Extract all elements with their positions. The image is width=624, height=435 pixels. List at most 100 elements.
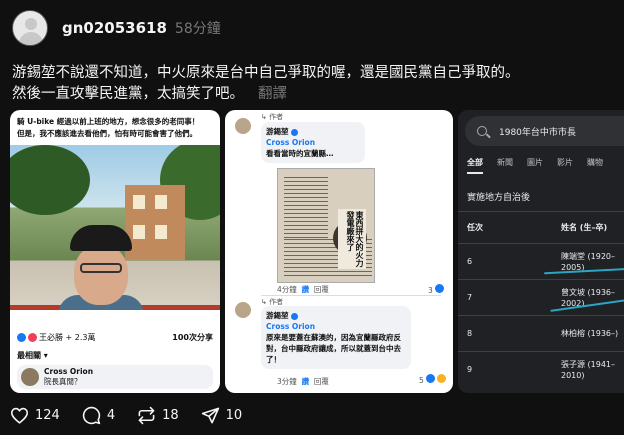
repost-icon bbox=[138, 406, 155, 425]
name-line-2: 2010) bbox=[561, 370, 585, 380]
comment-mention: Cross Orion bbox=[266, 322, 316, 331]
comment-text: 院長真閒？ bbox=[44, 377, 82, 386]
newspaper-clipping: 東西拼大的火力發電廠來了 bbox=[277, 168, 375, 283]
comment-author: 游錫堃 bbox=[266, 311, 289, 320]
commenter-name: Cross Orion bbox=[44, 367, 94, 376]
comment-like-count-value: 3 bbox=[428, 286, 433, 295]
like-reaction-icon bbox=[435, 284, 445, 293]
reply-link[interactable]: 回覆 bbox=[314, 377, 329, 386]
tab-all: 全部 bbox=[467, 157, 483, 174]
window-shape bbox=[155, 195, 167, 209]
fb-comment-body: Cross Orion 院長真閒？ bbox=[44, 367, 93, 387]
person-cap-shape bbox=[70, 225, 132, 251]
term-cell: 7 bbox=[467, 293, 473, 302]
comment-time: 4分鐘 bbox=[277, 285, 297, 294]
post-text-line-2-content: 然後一直攻擊民進黨，太搞笑了吧。 bbox=[12, 86, 244, 102]
media-carousel[interactable]: 騎 U-bike 經過以前上班的地方，想念很多的老同事！ 但是，我不應該進去看他… bbox=[10, 110, 624, 393]
comment-divider bbox=[261, 295, 441, 296]
comment-like-count-value: 5 bbox=[419, 376, 424, 385]
author-avatar bbox=[235, 118, 251, 134]
comment-count: 4 bbox=[106, 408, 116, 423]
comment-like-count: 3 bbox=[428, 284, 446, 295]
translate-button[interactable]: 翻譯 bbox=[258, 86, 287, 102]
term-cell: 9 bbox=[467, 365, 473, 374]
name-cell: 林柏榕 (1936–) bbox=[561, 329, 619, 338]
name-line-1: 張子源 (1941– bbox=[561, 359, 616, 369]
like-reaction-icon bbox=[17, 333, 26, 342]
fb-comment: Cross Orion 院長真閒？ bbox=[17, 365, 213, 389]
comment-time: 3分鐘 bbox=[277, 377, 297, 386]
table-row: 6 陳端堂 (1920– 2005) bbox=[458, 243, 624, 279]
tab-shopping: 購物 bbox=[587, 158, 603, 167]
building-shape bbox=[125, 185, 185, 260]
tab-news: 新聞 bbox=[497, 158, 513, 167]
table-row: 7 曾文坡 (1936– 2002) bbox=[458, 279, 624, 315]
share-button[interactable]: 10 bbox=[201, 406, 243, 425]
like-button[interactable]: 124 bbox=[10, 407, 60, 424]
comment-icon bbox=[82, 406, 101, 425]
commenter-avatar bbox=[21, 368, 39, 386]
avatar[interactable] bbox=[12, 10, 48, 46]
media-image-3[interactable]: 1980年台中市市長 全部 新聞 圖片 影片 購物 實施地方自治後 任次 姓名 … bbox=[458, 110, 624, 393]
term-cell: 6 bbox=[467, 257, 473, 266]
fb-reactions-bar: 王必勝 + 2.3萬 100次分享 bbox=[17, 332, 213, 343]
comment-mention: Cross Orion bbox=[266, 138, 316, 147]
comment-button[interactable]: 4 bbox=[82, 406, 115, 425]
person-glasses-shape bbox=[80, 263, 122, 273]
result-heading: 實施地方自治後 bbox=[467, 193, 531, 203]
fb-comment-sort: 最相關 ▾ bbox=[17, 351, 48, 360]
search-query: 1980年台中市市長 bbox=[499, 127, 576, 138]
verified-icon bbox=[290, 128, 298, 136]
window-shape bbox=[133, 195, 145, 209]
comment-like-count: 5 bbox=[419, 374, 448, 385]
comment-bubble-1: 游錫堃 Cross Orion 看看當時的宜蘭縣… bbox=[261, 122, 365, 163]
name-line-1: 陳端堂 (1920– bbox=[561, 251, 616, 261]
author-avatar bbox=[235, 302, 251, 318]
comment-text: 看看當時的宜蘭縣… bbox=[266, 149, 334, 158]
comment-meta-2: 3分鐘 讚 回覆 bbox=[277, 376, 329, 387]
comment-bubble-2: 游錫堃 Cross Orion 原來是要蓋在蘇澳的，因為宜蘭縣政府反對，台中縣政… bbox=[261, 306, 411, 369]
heart-icon bbox=[11, 407, 28, 424]
comment-author-row: 游錫堃 bbox=[266, 310, 406, 321]
like-link[interactable]: 讚 bbox=[302, 377, 310, 386]
column-header-term: 任次 bbox=[467, 223, 483, 232]
fb-reaction-count: 王必勝 + 2.3萬 bbox=[39, 333, 96, 342]
term-cell: 8 bbox=[467, 329, 473, 338]
person-face-shape bbox=[74, 245, 128, 305]
love-reaction-icon bbox=[28, 333, 37, 342]
post-header: gn02053618 58分鐘 bbox=[12, 10, 221, 46]
media-image-2[interactable]: ↳ 作者 游錫堃 Cross Orion 看看當時的宜蘭縣… 東西拼大的火力發電… bbox=[225, 110, 453, 393]
window-shape bbox=[133, 225, 145, 239]
fb-share-count: 100次分享 bbox=[172, 333, 213, 342]
haha-reaction-icon bbox=[437, 374, 447, 383]
comment-author: 游錫堃 bbox=[266, 127, 289, 136]
repost-button[interactable]: 18 bbox=[137, 406, 179, 425]
post-text-line-1: 游錫堃不說還不知道，中火原來是台中自己爭取的喔，還是國民黨自己爭取的。 bbox=[12, 65, 520, 81]
newspaper-headline: 東西拼大的火力發電廠來了 bbox=[338, 209, 366, 269]
share-count: 10 bbox=[225, 408, 243, 423]
username[interactable]: gn02053618 bbox=[62, 19, 167, 37]
like-link[interactable]: 讚 bbox=[302, 285, 310, 294]
comment-text: 原來是要蓋在蘇澳的，因為宜蘭縣政府反對，台中縣政府讓成，所以就蓋到台中去了！ bbox=[266, 333, 401, 364]
fb-caption-line-1: 騎 U-bike 經過以前上班的地方，想念很多的老同事！ bbox=[17, 117, 200, 126]
repost-count: 18 bbox=[162, 408, 179, 423]
like-count: 124 bbox=[35, 408, 60, 423]
verified-icon bbox=[290, 312, 298, 320]
action-bar: 124 4 18 10 bbox=[10, 406, 264, 425]
mayor-table: 任次 姓名 (生–卒) 6 陳端堂 (1920– 2005) 7 曾文坡 (193… bbox=[458, 211, 624, 387]
tab-videos: 影片 bbox=[557, 158, 573, 167]
reply-link[interactable]: 回覆 bbox=[314, 285, 329, 294]
comment-meta-1: 4分鐘 讚 回覆 bbox=[277, 284, 329, 295]
post-text: 游錫堃不說還不知道，中火原來是台中自己爭取的喔，還是國民黨自己爭取的。 然後一直… bbox=[12, 63, 520, 105]
avatar-head-shape bbox=[25, 18, 37, 30]
post-time: 58分鐘 bbox=[174, 21, 221, 37]
like-reaction-icon bbox=[426, 374, 436, 383]
table-row: 8 林柏榕 (1936–) bbox=[458, 315, 624, 351]
search-icon bbox=[477, 126, 487, 136]
author-reply-tag: ↳ 作者 bbox=[261, 113, 284, 121]
media-image-1[interactable]: 騎 U-bike 經過以前上班的地方，想念很多的老同事！ 但是，我不應該進去看他… bbox=[10, 110, 220, 393]
tab-images: 圖片 bbox=[527, 158, 543, 167]
fb-post-photo bbox=[10, 145, 220, 310]
search-tabs: 全部 新聞 圖片 影片 購物 bbox=[467, 157, 617, 174]
tree-shape bbox=[10, 145, 90, 215]
